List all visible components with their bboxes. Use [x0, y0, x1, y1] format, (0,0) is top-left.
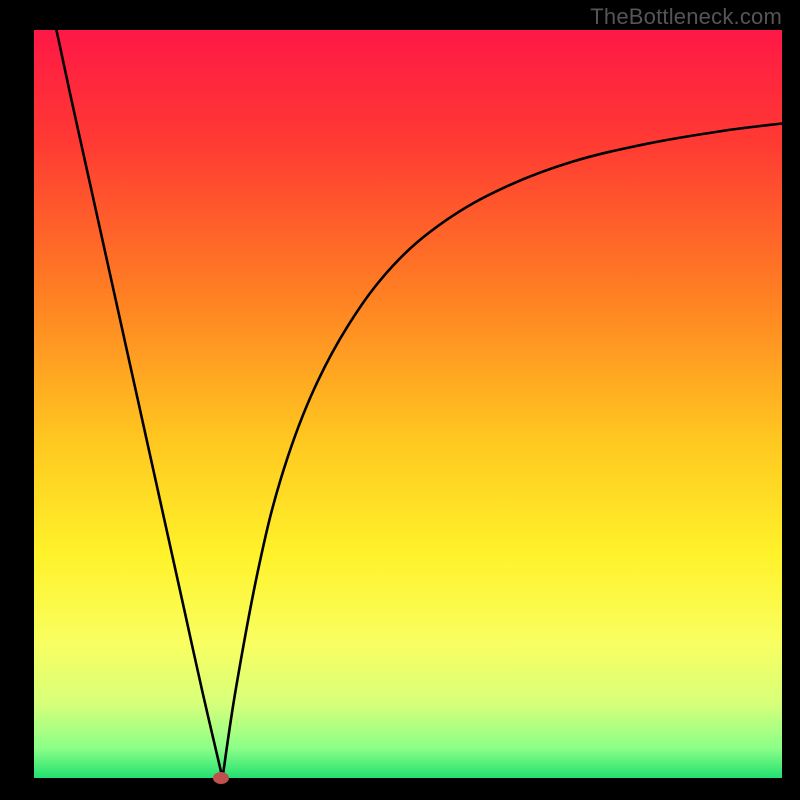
- plot-background: [34, 30, 782, 778]
- minimum-marker: [213, 772, 229, 784]
- chart-container: { "watermark": "TheBottleneck.com", "cha…: [0, 0, 800, 800]
- watermark-text: TheBottleneck.com: [590, 4, 782, 30]
- bottleneck-chart: [0, 0, 800, 800]
